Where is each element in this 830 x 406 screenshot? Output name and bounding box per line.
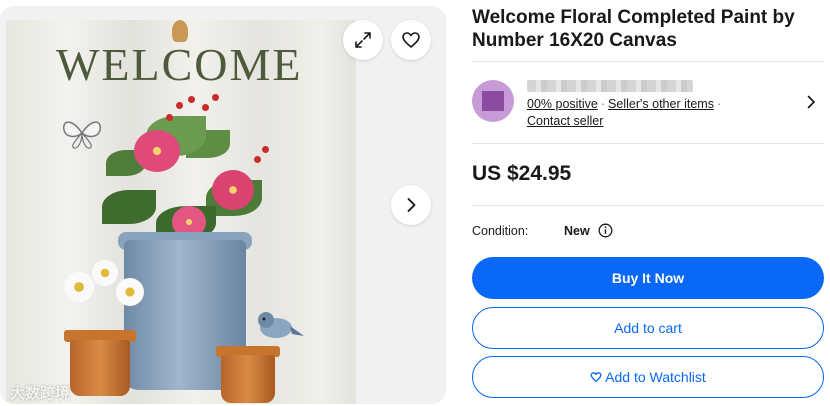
watch-heart-button[interactable] bbox=[391, 20, 431, 60]
butterfly-illustration bbox=[63, 121, 101, 149]
divider bbox=[472, 143, 824, 144]
seller-other-items-link[interactable]: Seller's other items bbox=[608, 97, 714, 111]
separator: · bbox=[716, 97, 722, 111]
contact-seller-link[interactable]: Contact seller bbox=[527, 114, 603, 128]
next-image-button[interactable] bbox=[391, 185, 431, 225]
add-to-watchlist-label: Add to Watchlist bbox=[605, 369, 706, 385]
listing-title: Welcome Floral Completed Paint by Number… bbox=[472, 7, 795, 51]
separator: · bbox=[600, 97, 606, 111]
divider bbox=[472, 205, 824, 206]
seller-feedback-line: 00% positive · Seller's other items · bbox=[527, 97, 724, 111]
seller-chevron-right-icon[interactable] bbox=[803, 94, 819, 110]
product-photo[interactable]: WELCOME bbox=[6, 20, 356, 404]
buy-it-now-button[interactable]: Buy It Now bbox=[472, 257, 824, 299]
watchlist-heart-icon bbox=[590, 371, 602, 383]
painting-welcome-text: WELCOME bbox=[56, 39, 303, 90]
expand-image-button[interactable] bbox=[343, 20, 383, 60]
image-gallery: WELCOME 大数跨境 bbox=[0, 6, 446, 404]
chevron-right-icon bbox=[407, 198, 416, 212]
seller-positive-link[interactable]: 00% positive bbox=[527, 97, 598, 111]
condition-label: Condition: bbox=[472, 224, 529, 238]
seller-name-redacted[interactable] bbox=[527, 80, 693, 92]
info-icon[interactable] bbox=[598, 223, 613, 238]
add-to-cart-button[interactable]: Add to cart bbox=[472, 307, 824, 349]
heart-icon bbox=[402, 32, 420, 48]
condition-value: New bbox=[564, 224, 590, 238]
item-price: US $24.95 bbox=[472, 162, 572, 185]
divider bbox=[472, 61, 824, 62]
bird-illustration bbox=[258, 312, 304, 338]
add-to-watchlist-button[interactable]: Add to Watchlist bbox=[472, 356, 824, 398]
expand-icon bbox=[355, 32, 371, 48]
watermark-text: 大数跨境 bbox=[10, 385, 71, 402]
seller-avatar[interactable] bbox=[472, 80, 514, 122]
